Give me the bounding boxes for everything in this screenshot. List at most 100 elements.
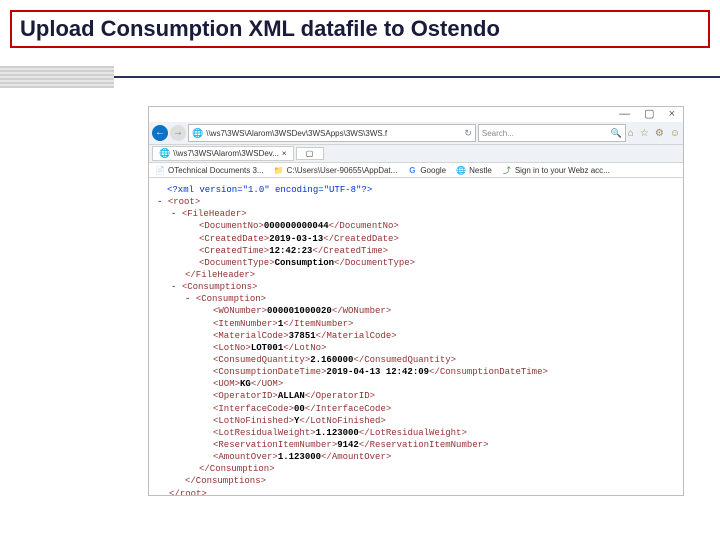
favorite-label: Sign in to your Webz acc... (515, 166, 610, 175)
xml-tag: <LotResidualWeight> (213, 428, 316, 438)
xml-value: 2.160000 (310, 355, 353, 365)
tab-icon: 🌐 (159, 148, 170, 159)
xml-tag: <CreatedDate> (199, 234, 269, 244)
xml-tag: </CreatedDate> (323, 234, 399, 244)
favorite-item[interactable]: 📄 OTechnical Documents 3... (155, 165, 264, 175)
favorite-label: Google (420, 166, 446, 175)
xml-tag: <LotNoFinished> (213, 416, 294, 426)
back-button[interactable]: ← (152, 125, 168, 141)
xml-tag: <ReservationItemNumber> (213, 440, 337, 450)
xml-declaration: <?xml version="1.0" encoding="UTF-8"?> (167, 185, 372, 195)
tools-icon[interactable]: ⚙ (655, 128, 664, 139)
search-input[interactable]: Search... 🔍 (478, 124, 626, 142)
accent-thick (0, 66, 114, 88)
browser-window: — ▢ × ← → 🌐 \\ws7\3WS\Alarom\3WSDev\3WSA… (148, 106, 684, 496)
folder-icon: 📁 (274, 165, 284, 175)
collapse-toggle[interactable]: - (157, 197, 162, 207)
xml-value: Consumption (275, 258, 334, 268)
collapse-toggle[interactable]: - (171, 209, 176, 219)
favorite-item[interactable]: G Google (407, 165, 446, 175)
doc-icon: 📄 (155, 165, 165, 175)
address-url-text: \\ws7\3WS\Alarom\3WSDev\3WSApps\3WS\3WS.… (206, 129, 387, 138)
slide-title-box: Upload Consumption XML datafile to Osten… (10, 10, 710, 48)
xml-tag: </ConsumptionDateTime> (429, 367, 548, 377)
xml-tag: <Consumptions> (182, 282, 258, 292)
xml-tag: <FileHeader> (182, 209, 247, 219)
slide: Upload Consumption XML datafile to Osten… (0, 10, 720, 550)
xml-tag: </OperatorID> (305, 391, 375, 401)
xml-tag: <DocumentNo> (199, 221, 264, 231)
xml-value: 2019-03-13 (269, 234, 323, 244)
xml-tag: </root> (169, 489, 207, 496)
search-icon[interactable]: 🔍 (611, 128, 622, 139)
xml-value: 00 (294, 404, 305, 414)
xml-tag: <MaterialCode> (213, 331, 289, 341)
forward-button[interactable]: → (170, 125, 186, 141)
xml-tag: <ItemNumber> (213, 319, 278, 329)
xml-tag: <InterfaceCode> (213, 404, 294, 414)
xml-tag: </MaterialCode> (316, 331, 397, 341)
xml-tag: </UOM> (251, 379, 283, 389)
xml-tag: </Consumption> (199, 464, 275, 474)
favorite-item[interactable]: ⤴ Sign in to your Webz acc... (502, 165, 610, 175)
xml-tag: <AmountOver> (213, 452, 278, 462)
collapse-toggle[interactable]: - (171, 282, 176, 292)
page-icon: 🌐 (192, 128, 203, 139)
minimize-button[interactable]: — (619, 109, 630, 120)
address-bar-row: ← → 🌐 \\ws7\3WS\Alarom\3WSDev\3WSApps\3W… (149, 122, 683, 145)
accent-thin (114, 76, 720, 78)
xml-tag: <root> (168, 197, 200, 207)
xml-tag: </AmountOver> (321, 452, 391, 462)
signin-icon: ⤴ (502, 165, 512, 175)
xml-tag: </LotNoFinished> (299, 416, 385, 426)
globe-icon: 🌐 (456, 165, 466, 175)
xml-tag: </Consumptions> (185, 476, 266, 486)
browser-tab[interactable]: 🌐 \\ws7\3WS\Alarom\3WSDev... × (152, 146, 294, 161)
xml-value: 12:42:23 (269, 246, 312, 256)
refresh-button[interactable]: ↻ (464, 128, 472, 139)
address-input[interactable]: 🌐 \\ws7\3WS\Alarom\3WSDev\3WSApps\3WS\3W… (188, 124, 476, 142)
xml-tag: <ConsumptionDateTime> (213, 367, 326, 377)
xml-value: LOT001 (251, 343, 283, 353)
collapse-toggle[interactable]: - (185, 294, 190, 304)
xml-tag: </DocumentType> (334, 258, 415, 268)
right-icon-group: ⌂ ☆ ⚙ ☺ (628, 128, 680, 139)
google-icon: G (407, 165, 417, 175)
xml-value: 1.123000 (316, 428, 359, 438)
xml-tag: </CreatedTime> (312, 246, 388, 256)
accent-bar (0, 66, 720, 88)
tab-label: \\ws7\3WS\Alarom\3WSDev... (173, 149, 279, 158)
favorite-item[interactable]: 📁 C:\Users\User-90655\AppDat... (274, 165, 398, 175)
favorite-label: Nestle (469, 166, 492, 175)
xml-tag: <LotNo> (213, 343, 251, 353)
xml-value: 000001000020 (267, 306, 332, 316)
tab-row: 🌐 \\ws7\3WS\Alarom\3WSDev... × ▢ (149, 145, 683, 163)
xml-tag: </ReservationItemNumber> (359, 440, 489, 450)
xml-value: 1.123000 (278, 452, 321, 462)
xml-tag: <WONumber> (213, 306, 267, 316)
maximize-button[interactable]: ▢ (644, 109, 654, 120)
favorites-bar: 📄 OTechnical Documents 3... 📁 C:\Users\U… (149, 163, 683, 178)
xml-tag: <OperatorID> (213, 391, 278, 401)
favorite-item[interactable]: 🌐 Nestle (456, 165, 492, 175)
xml-value: 9142 (337, 440, 359, 450)
new-tab-button[interactable]: ▢ (296, 147, 324, 160)
xml-tag: <DocumentType> (199, 258, 275, 268)
xml-value: 000000000044 (264, 221, 329, 231)
close-button[interactable]: × (669, 109, 675, 120)
xml-value: 2019-04-13 12:42:09 (326, 367, 429, 377)
xml-value: 37851 (289, 331, 316, 341)
xml-tag: <CreatedTime> (199, 246, 269, 256)
xml-value: KG (240, 379, 251, 389)
home-icon[interactable]: ⌂ (628, 128, 634, 139)
feedback-icon[interactable]: ☺ (670, 128, 680, 139)
xml-tag: </ItemNumber> (283, 319, 353, 329)
favorites-icon[interactable]: ☆ (640, 128, 649, 139)
xml-value: ALLAN (278, 391, 305, 401)
xml-content-pane: <?xml version="1.0" encoding="UTF-8"?> -… (149, 178, 683, 496)
favorite-label: C:\Users\User-90655\AppDat... (287, 166, 398, 175)
tab-close-icon[interactable]: × (282, 149, 287, 158)
xml-tag: </DocumentNo> (329, 221, 399, 231)
search-placeholder-text: Search... (482, 129, 514, 138)
xml-tag: </ConsumedQuantity> (353, 355, 456, 365)
